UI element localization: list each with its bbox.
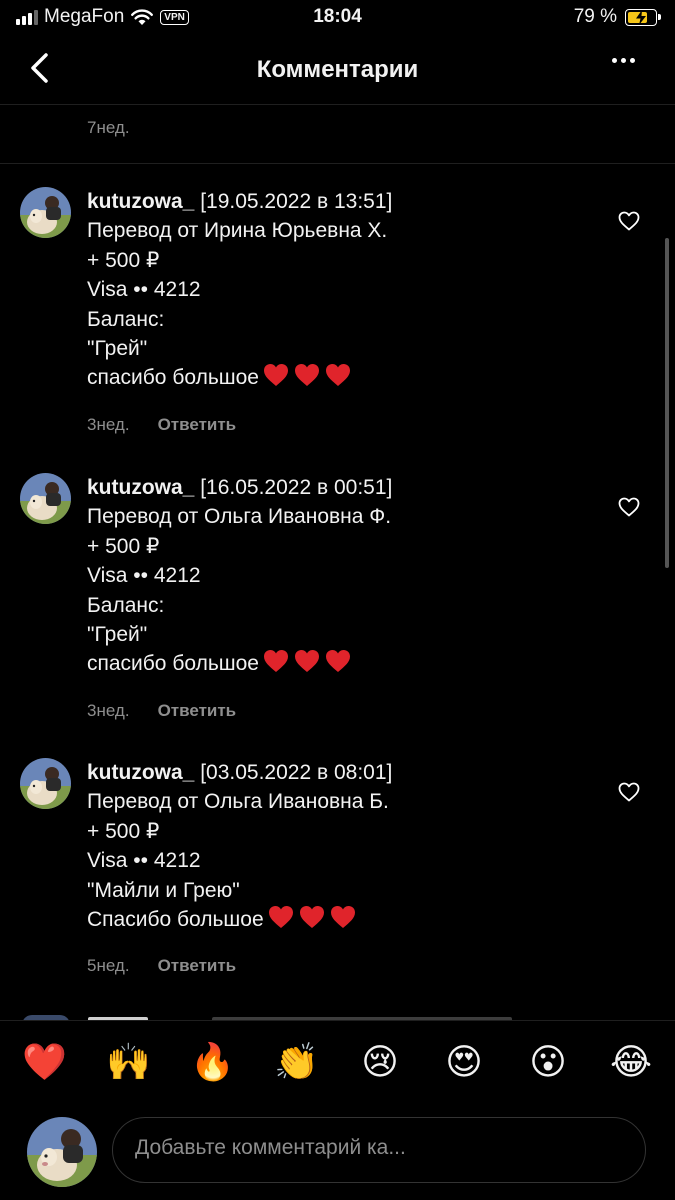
divider bbox=[0, 163, 675, 164]
commenter-avatar[interactable] bbox=[20, 473, 71, 524]
comment-date: [16.05.2022 в 00:51] bbox=[200, 476, 393, 499]
comment-input-box[interactable] bbox=[112, 1117, 646, 1183]
red-heart-emoji bbox=[325, 363, 351, 395]
comment-body: kutuzowa_ [16.05.2022 в 00:51] Перевод от… bbox=[87, 473, 607, 682]
heart-eyes-emoji[interactable]: 😍 bbox=[442, 1041, 486, 1085]
comment-time: 5нед. bbox=[87, 956, 130, 976]
comment-text-line: спасибо большое bbox=[87, 649, 607, 681]
raising-hands-emoji[interactable]: 🙌 bbox=[106, 1041, 151, 1085]
commenter-avatar[interactable] bbox=[20, 758, 71, 809]
comment-composer bbox=[0, 1113, 675, 1193]
red-heart-emoji bbox=[294, 649, 320, 681]
user-avatar[interactable] bbox=[27, 1117, 97, 1187]
comment-text-line: Баланс: bbox=[87, 307, 165, 331]
comment-text-line: "Грей" bbox=[87, 337, 148, 361]
comment-text-line: Visa •• 4212 bbox=[87, 849, 201, 873]
red-heart-emoji[interactable]: ❤️ bbox=[22, 1041, 67, 1085]
comment-body: kutuzowa_ [19.05.2022 в 13:51] Перевод от… bbox=[87, 187, 607, 396]
comment-time: 3нед. bbox=[87, 700, 130, 720]
comment-text-line: Перевод от Ольга Ивановна Ф. bbox=[87, 505, 392, 529]
comment-text-line: "Грей" bbox=[87, 623, 148, 647]
comment-meta: 3нед. Ответить bbox=[87, 415, 236, 435]
comment-text-line: + 500 ₽ bbox=[87, 248, 160, 272]
red-heart-emoji bbox=[263, 649, 289, 681]
status-right: 79 % bbox=[573, 6, 661, 28]
comment-time: 3нед. bbox=[87, 414, 130, 434]
quick-reactions-row: ❤️ 🙌 🔥 👏 😢 😍 😮 😂 bbox=[0, 1041, 675, 1091]
comment-date: [03.05.2022 в 08:01] bbox=[200, 761, 393, 784]
comment-username[interactable]: kutuzowa_ bbox=[87, 190, 194, 213]
comment-username[interactable]: kutuzowa_ bbox=[87, 761, 194, 784]
previous-comment-time: 7нед. bbox=[87, 118, 130, 137]
reply-button[interactable]: Ответить bbox=[158, 956, 237, 976]
comment-input[interactable] bbox=[133, 1135, 617, 1161]
bottom-bar: ❤️ 🙌 🔥 👏 😢 😍 😮 😂 bbox=[0, 1020, 675, 1200]
scrollbar[interactable] bbox=[665, 238, 669, 568]
comment-text-line: + 500 ₽ bbox=[87, 534, 160, 558]
heart-outline-icon[interactable] bbox=[618, 211, 640, 231]
red-heart-emoji bbox=[268, 905, 294, 937]
red-heart-emoji bbox=[325, 649, 351, 681]
battery-percent: 79 % bbox=[573, 6, 617, 27]
red-heart-emoji bbox=[330, 905, 356, 937]
comment-meta: 5нед. Ответить bbox=[87, 956, 236, 976]
comment-text-line: Перевод от Ирина Юрьевна Х. bbox=[87, 219, 388, 243]
crying-face-emoji[interactable]: 😢 bbox=[358, 1041, 402, 1085]
comment-text-line: "Майли и Грею" bbox=[87, 878, 240, 902]
comment-text-line: + 500 ₽ bbox=[87, 819, 160, 843]
battery-icon bbox=[625, 8, 661, 26]
comment-username[interactable]: kutuzowa_ bbox=[87, 476, 194, 499]
comment-text-line: спасибо большое bbox=[87, 363, 607, 395]
comment-text-line: Перевод от Ольга Ивановна Б. bbox=[87, 790, 389, 814]
fire-emoji[interactable]: 🔥 bbox=[190, 1041, 235, 1085]
comment-text-line: Спасибо большое bbox=[87, 905, 607, 937]
comment-text-line: Баланс: bbox=[87, 593, 165, 617]
red-heart-emoji bbox=[263, 363, 289, 395]
comment-text-line: Visa •• 4212 bbox=[87, 278, 201, 302]
surprised-face-emoji[interactable]: 😮 bbox=[526, 1041, 570, 1085]
reply-button[interactable]: Ответить bbox=[158, 415, 237, 435]
tears-of-joy-emoji[interactable]: 😂 bbox=[609, 1041, 653, 1085]
status-bar: MegaFon VPN 18:04 79 % bbox=[0, 0, 675, 36]
comments-screen: MegaFon VPN 18:04 79 % Комментарии 7нед.… bbox=[0, 0, 675, 1200]
commenter-avatar[interactable] bbox=[20, 187, 71, 238]
page-title: Комментарии bbox=[256, 56, 419, 83]
heart-outline-icon[interactable] bbox=[618, 782, 640, 802]
charging-bolt-icon bbox=[636, 9, 646, 25]
comment-text-line: Visa •• 4212 bbox=[87, 564, 201, 588]
red-heart-emoji bbox=[294, 363, 320, 395]
clapping-hands-emoji[interactable]: 👏 bbox=[274, 1041, 319, 1085]
comment-meta: 3нед. Ответить bbox=[87, 701, 236, 721]
red-heart-emoji bbox=[299, 905, 325, 937]
comments-list[interactable]: 7нед. kutuzowa_ [19.05.2022 в 13:51] Пере… bbox=[0, 105, 675, 1020]
nav-header: Комментарии bbox=[0, 36, 675, 105]
heart-outline-icon[interactable] bbox=[618, 497, 640, 517]
reply-button[interactable]: Ответить bbox=[158, 701, 237, 721]
comment-body: kutuzowa_ [03.05.2022 в 08:01] Перевод от… bbox=[87, 758, 607, 937]
comment-date: [19.05.2022 в 13:51] bbox=[200, 190, 393, 213]
more-options-icon[interactable] bbox=[612, 58, 635, 63]
